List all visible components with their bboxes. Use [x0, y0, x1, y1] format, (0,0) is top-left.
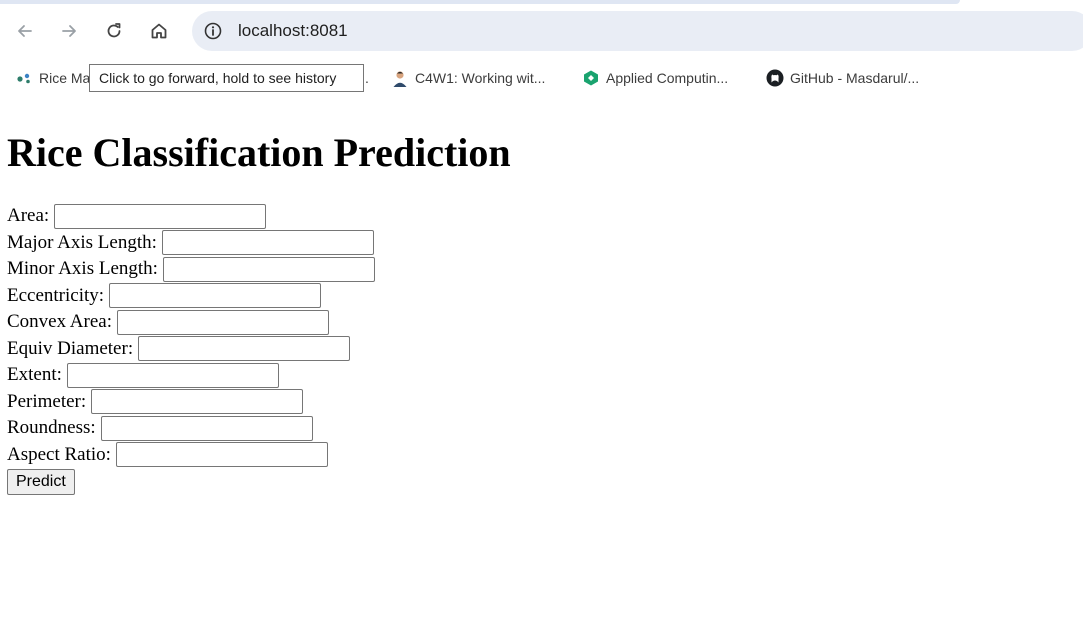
form-row-eccentricity: Eccentricity: [7, 283, 375, 310]
form-row-major-axis-length: Major Axis Length: [7, 230, 375, 257]
area-label: Area: [7, 205, 50, 227]
aspect-ratio-input[interactable] [115, 442, 328, 468]
minor-axis-length-label: Minor Axis Length: [7, 258, 158, 280]
area-input[interactable] [54, 203, 267, 229]
eccentricity-label: Eccentricity: [7, 284, 105, 306]
roundness-input[interactable] [100, 415, 313, 441]
form-row-perimeter: Perimeter: [7, 389, 375, 416]
forward-tooltip: Click to go forward, hold to see history [89, 64, 364, 92]
browser-toolbar: localhost:8081 [0, 0, 1083, 62]
home-button[interactable] [145, 17, 173, 45]
eccentricity-input[interactable] [109, 283, 322, 309]
home-icon [151, 23, 167, 39]
bookmark-label: GitHub - Masdarul/... [790, 70, 920, 86]
prediction-form: Area: Major Axis Length: Minor Axis Leng… [7, 203, 375, 495]
bookmark-label: C4W1: Working wit... [415, 70, 546, 86]
applied-favicon-icon [584, 70, 598, 86]
extent-input[interactable] [66, 362, 279, 388]
bookmark-truncated[interactable]: . [365, 66, 369, 90]
bookmark-applied-computing[interactable]: Applied Computin... [582, 66, 728, 90]
bookmark-c4w1[interactable]: C4W1: Working wit... [391, 66, 545, 90]
convex-area-input[interactable] [117, 309, 330, 335]
page-content: Rice Classification Prediction Area: Maj… [0, 94, 1083, 619]
form-row-convex-area: Convex Area: [7, 309, 375, 336]
avatar-favicon-icon [393, 71, 407, 87]
forward-button[interactable] [55, 17, 83, 45]
form-row-aspect-ratio: Aspect Ratio: [7, 442, 375, 469]
forward-arrow-icon [62, 25, 76, 37]
roundness-label: Roundness: [7, 417, 96, 439]
site-info-icon[interactable] [204, 22, 222, 40]
predict-button[interactable]: Predict [7, 469, 75, 495]
major-axis-length-input[interactable] [161, 230, 374, 256]
rice-favicon-icon [17, 73, 30, 84]
aspect-ratio-label: Aspect Ratio: [7, 443, 111, 465]
reload-button[interactable] [100, 17, 128, 45]
form-row-extent: Extent: [7, 362, 375, 389]
minor-axis-length-input[interactable] [162, 256, 375, 282]
equiv-diameter-label: Equiv Diameter: [7, 337, 134, 359]
bookmark-label: Applied Computin... [606, 70, 729, 86]
back-button[interactable] [11, 17, 39, 45]
equiv-diameter-input[interactable] [138, 336, 351, 362]
reload-icon [107, 23, 121, 38]
perimeter-input[interactable] [91, 389, 304, 415]
bookmark-github[interactable]: GitHub - Masdarul/... [766, 66, 919, 90]
bookmark-rice[interactable]: Rice Ma [15, 66, 90, 90]
address-bar[interactable]: localhost:8081 [192, 11, 1083, 51]
bookmark-label: Rice Ma [39, 70, 91, 86]
bookmark-label: . [365, 70, 369, 86]
form-row-equiv-diameter: Equiv Diameter: [7, 336, 375, 363]
major-axis-length-label: Major Axis Length: [7, 231, 157, 253]
url-text: localhost:8081 [238, 21, 348, 40]
page-title: Rice Classification Prediction [7, 130, 511, 175]
form-row-area: Area: [7, 203, 375, 230]
back-arrow-icon [18, 25, 32, 37]
perimeter-label: Perimeter: [7, 390, 87, 412]
convex-area-label: Convex Area: [7, 311, 113, 333]
form-row-roundness: Roundness: [7, 415, 375, 442]
extent-label: Extent: [7, 364, 62, 386]
github-icon [766, 69, 784, 87]
form-row-minor-axis-length: Minor Axis Length: [7, 256, 375, 283]
